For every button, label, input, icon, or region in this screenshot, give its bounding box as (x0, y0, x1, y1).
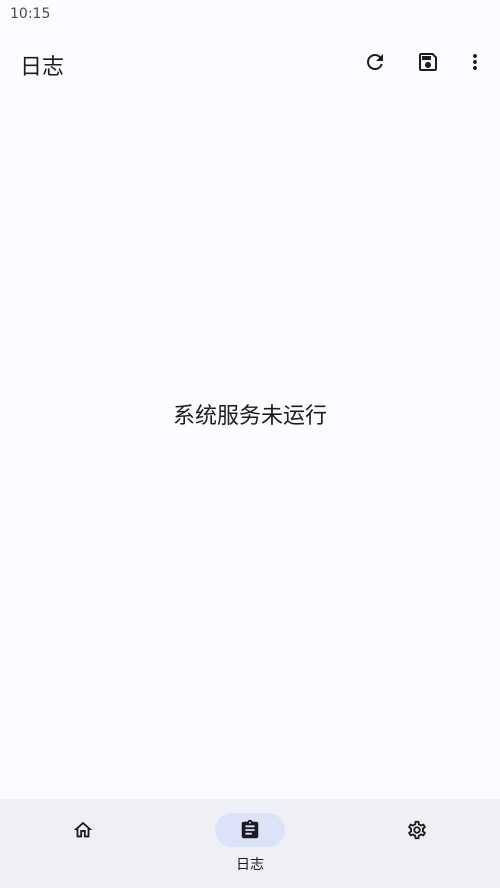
bottom-navigation: 日志 (0, 799, 500, 888)
log-content-area: 系统服务未运行 (0, 94, 500, 799)
settings-icon (408, 820, 426, 840)
refresh-button[interactable] (361, 48, 389, 76)
more-vert-icon (473, 54, 477, 70)
home-icon (73, 821, 93, 838)
nav-indicator (48, 813, 118, 847)
nav-indicator-active (215, 813, 285, 847)
top-app-bar: 日志 (0, 30, 500, 94)
nav-label-logs: 日志 (236, 857, 264, 873)
page-title: 日志 (20, 55, 65, 80)
more-options-button[interactable] (461, 48, 489, 76)
status-bar: 10:15 (0, 0, 500, 30)
nav-indicator (382, 813, 452, 847)
clipboard-icon (241, 819, 259, 839)
nav-item-logs[interactable]: 日志 (167, 799, 333, 888)
refresh-icon (367, 54, 383, 70)
nav-item-home[interactable] (0, 799, 166, 888)
status-time: 10:15 (10, 6, 51, 22)
save-icon (419, 53, 437, 71)
save-button[interactable] (414, 48, 442, 76)
nav-item-settings[interactable] (334, 799, 500, 888)
empty-state-message: 系统服务未运行 (172, 404, 327, 429)
